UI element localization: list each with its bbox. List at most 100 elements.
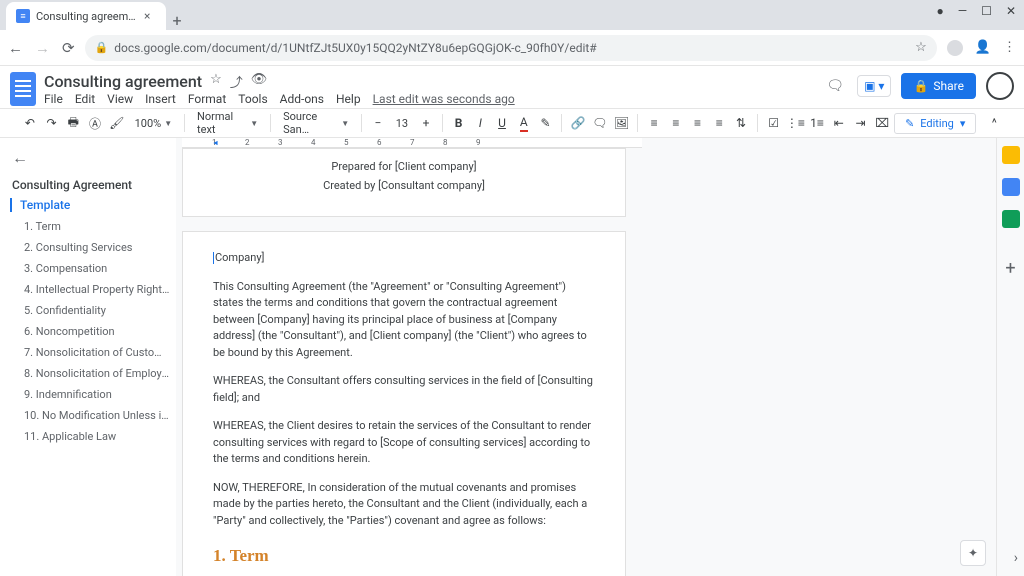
outline-item[interactable]: 4. Intellectual Property Rights in… [24, 283, 170, 296]
tab-close-icon[interactable]: × [144, 9, 156, 23]
insert-link-icon[interactable]: 🔗 [568, 112, 588, 134]
intro-paragraph: This Consulting Agreement (the "Agreemen… [213, 279, 595, 362]
last-edit-link[interactable]: Last edit was seconds ago [373, 92, 515, 106]
move-icon[interactable]: ⤴ [230, 72, 243, 91]
menu-help[interactable]: Help [336, 92, 361, 106]
see-status-icon[interactable]: 👁 [251, 72, 268, 91]
checklist-icon[interactable]: ☑ [764, 112, 784, 134]
menu-tools[interactable]: Tools [238, 92, 267, 106]
clear-formatting-icon[interactable]: ⌧ [872, 112, 892, 134]
address-bar[interactable]: 🔒 docs.google.com/document/d/1UNtfZJt5UX… [85, 35, 937, 61]
paragraph-style-dropdown[interactable]: Normal text▼ [191, 110, 264, 136]
new-tab-button[interactable]: + [166, 11, 188, 30]
outline-back-icon[interactable]: ← [12, 148, 28, 168]
add-addon-icon[interactable]: + [1005, 258, 1015, 279]
bookmark-star-icon[interactable]: ☆ [915, 40, 927, 55]
keep-icon[interactable] [1002, 178, 1020, 196]
pencil-icon: ✎ [905, 117, 914, 130]
now-therefore: NOW, THEREFORE, In consideration of the … [213, 480, 595, 530]
share-button[interactable]: 🔒Share [901, 73, 976, 99]
page-1-tail[interactable]: Prepared for [Client company] Created by… [182, 148, 626, 217]
outline-item[interactable]: 3. Compensation [24, 262, 170, 275]
side-panel-rail: + [996, 138, 1024, 576]
docs-favicon: ≡ [16, 9, 30, 23]
page-2[interactable]: Company] This Consulting Agreement (the … [182, 231, 626, 576]
menu-view[interactable]: View [107, 92, 133, 106]
outline-item[interactable]: 2. Consulting Services [24, 241, 170, 254]
explore-button[interactable]: ✦ [960, 540, 986, 566]
editing-mode-dropdown[interactable]: ✎ Editing ▾ [894, 113, 976, 134]
outline-template[interactable]: Template [10, 198, 170, 212]
browser-tab[interactable]: ≡ Consulting agreement - Google × [6, 2, 166, 30]
menu-file[interactable]: File [44, 92, 63, 106]
font-dropdown[interactable]: Source San…▼ [277, 110, 355, 136]
outline-item[interactable]: 6. Noncompetition [24, 325, 170, 338]
forward-icon[interactable]: → [35, 39, 50, 57]
reload-icon[interactable]: ⟳ [62, 39, 75, 57]
hide-menus-icon[interactable]: ^ [984, 112, 1004, 134]
document-title[interactable]: Consulting agreement [44, 72, 202, 91]
text-color-icon[interactable]: A [514, 112, 534, 134]
font-size-decrease-icon[interactable]: − [368, 112, 388, 134]
decrease-indent-icon[interactable]: ⇤ [829, 112, 849, 134]
outline-item[interactable]: 9. Indemnification [24, 388, 170, 401]
increase-indent-icon[interactable]: ⇥ [851, 112, 871, 134]
menu-format[interactable]: Format [188, 92, 226, 106]
meet-button[interactable]: ▣▾ [857, 75, 891, 97]
tab-title: Consulting agreement - Google [36, 10, 138, 23]
zoom-dropdown[interactable]: 100%▼ [129, 117, 179, 130]
align-center-icon[interactable]: ≡ [666, 112, 686, 134]
horizontal-ruler[interactable]: 123456789 [182, 138, 642, 148]
align-left-icon[interactable]: ≡ [644, 112, 664, 134]
italic-icon[interactable]: I [470, 112, 490, 134]
extension-icon-1[interactable] [947, 40, 963, 56]
outline-item[interactable]: 5. Confidentiality [24, 304, 170, 317]
tasks-icon[interactable] [1002, 210, 1020, 228]
docs-logo[interactable] [10, 72, 36, 106]
insert-comment-icon[interactable]: 🗨 [590, 112, 610, 134]
lock-share-icon: 🔒 [913, 79, 928, 93]
record-icon[interactable]: ● [937, 4, 944, 18]
profile-icon[interactable]: 👤 [975, 40, 991, 55]
menu-addons[interactable]: Add-ons [280, 92, 324, 106]
back-icon[interactable]: ← [8, 39, 23, 57]
font-size-input[interactable]: 13 [390, 117, 414, 130]
undo-icon[interactable]: ↶ [20, 112, 40, 134]
redo-icon[interactable]: ↷ [42, 112, 62, 134]
outline-pane: ← Consulting Agreement Template 1. Term … [0, 138, 176, 576]
created-by-text: Created by [Consultant company] [213, 178, 595, 195]
minimize-icon[interactable]: — [958, 4, 967, 18]
outline-item[interactable]: 10. No Modification Unless in W… [24, 409, 170, 422]
menu-insert[interactable]: Insert [145, 92, 176, 106]
outline-item[interactable]: 1. Term [24, 220, 170, 233]
star-icon[interactable]: ☆ [210, 72, 222, 91]
bulleted-list-icon[interactable]: ⋮≡ [785, 112, 805, 134]
underline-icon[interactable]: U [492, 112, 512, 134]
calendar-icon[interactable] [1002, 146, 1020, 164]
highlight-icon[interactable]: ✎ [536, 112, 556, 134]
maximize-icon[interactable]: ☐ [981, 4, 992, 18]
numbered-list-icon[interactable]: 1≡ [807, 112, 827, 134]
insert-image-icon[interactable]: 🖼 [612, 112, 632, 134]
paint-format-icon[interactable]: 🖌 [107, 112, 127, 134]
print-icon[interactable]: 🖶 [63, 112, 83, 134]
bold-icon[interactable]: B [449, 112, 469, 134]
outline-item[interactable]: 7. Nonsolicitation of Customers [24, 346, 170, 359]
close-window-icon[interactable]: ✕ [1006, 4, 1016, 18]
spellcheck-icon[interactable]: Ⓐ [85, 112, 105, 134]
menu-bar: File Edit View Insert Format Tools Add-o… [44, 92, 823, 106]
align-justify-icon[interactable]: ≡ [709, 112, 729, 134]
outline-item[interactable]: 8. Nonsolicitation of Employees [24, 367, 170, 380]
outline-item[interactable]: 11. Applicable Law [24, 430, 170, 443]
align-right-icon[interactable]: ≡ [688, 112, 708, 134]
comment-history-icon[interactable]: 🗨 [823, 74, 847, 98]
document-canvas[interactable]: 123456789 Prepared for [Client company] … [176, 138, 996, 576]
font-size-increase-icon[interactable]: + [416, 112, 436, 134]
caret-down-icon: ▾ [960, 117, 966, 130]
hide-side-panel-icon[interactable]: › [1014, 550, 1018, 566]
account-avatar[interactable] [986, 72, 1014, 100]
menu-edit[interactable]: Edit [75, 92, 95, 106]
menu-icon[interactable]: ⋮ [1003, 40, 1016, 55]
line-spacing-icon[interactable]: ⇅ [731, 112, 751, 134]
outline-doc-title[interactable]: Consulting Agreement [12, 178, 170, 192]
